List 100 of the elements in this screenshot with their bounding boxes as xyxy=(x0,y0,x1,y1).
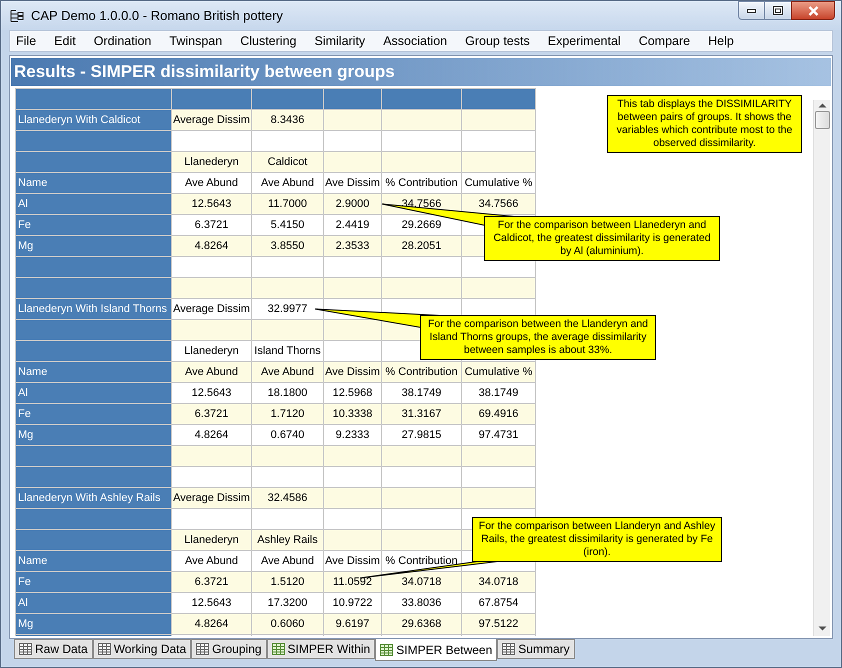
grid-icon xyxy=(19,643,32,655)
table-cell: 5.4150 xyxy=(252,215,324,236)
table-cell: Ave Abund xyxy=(172,362,252,383)
table-cell xyxy=(324,110,382,131)
menu-item[interactable]: Association xyxy=(383,32,448,50)
sheet-tab[interactable]: SIMPER Within xyxy=(266,639,376,659)
menu-item[interactable]: Clustering xyxy=(240,32,296,50)
table-cell xyxy=(252,320,324,341)
sheet-tab[interactable]: Raw Data xyxy=(14,639,93,659)
sheet-tab[interactable]: Summary xyxy=(497,639,575,659)
table-cell: 31.3167 xyxy=(382,404,462,425)
table-cell: 2.9000 xyxy=(324,194,382,215)
maximize-button[interactable] xyxy=(765,1,791,20)
sheet-tab[interactable]: SIMPER Between xyxy=(375,639,498,661)
table-cell: 10.9722 xyxy=(324,593,382,614)
row-header-cell: Al xyxy=(16,593,172,614)
scroll-up-icon xyxy=(818,103,826,108)
table-cell xyxy=(252,446,324,467)
table-cell: 32.9977 xyxy=(252,299,324,320)
table-cell: Ave Abund xyxy=(252,551,324,572)
table-cell: Ave Abund xyxy=(172,551,252,572)
table-cell: Cumulative % xyxy=(462,362,536,383)
table-cell xyxy=(324,446,382,467)
table-cell: 4.8264 xyxy=(172,614,252,635)
minimize-button[interactable] xyxy=(738,1,765,20)
table-cell: 3.8550 xyxy=(252,236,324,257)
close-icon xyxy=(808,6,818,16)
table-cell: 2.4419 xyxy=(324,215,382,236)
grid-icon xyxy=(98,643,111,655)
grid-icon xyxy=(502,643,516,655)
table-cell: 33.8036 xyxy=(382,593,462,614)
menu-item[interactable]: Ordination xyxy=(94,32,152,50)
close-button[interactable] xyxy=(791,1,835,20)
table-cell: Ave Dissim xyxy=(324,173,382,194)
scroll-down-icon xyxy=(818,626,826,631)
table-cell: Ave Dissim xyxy=(324,551,382,572)
sheet-tab[interactable]: Working Data xyxy=(92,639,192,659)
table-cell: 97.5122 xyxy=(462,614,536,635)
table-cell xyxy=(324,341,382,362)
table-cell: Island Thorns xyxy=(252,341,324,362)
scrollbar-thumb[interactable] xyxy=(814,111,830,129)
table-cell: 27.9815 xyxy=(382,425,462,446)
menu-item[interactable]: Compare xyxy=(638,32,690,50)
table-cell xyxy=(252,278,324,299)
menu-item[interactable]: Group tests xyxy=(465,32,530,50)
menu-item[interactable]: Edit xyxy=(54,32,76,50)
table-cell: % Contribution xyxy=(382,173,462,194)
row-header-cell: Name xyxy=(16,173,172,194)
table-cell: 1.5120 xyxy=(252,572,324,593)
table-cell: Ashley Rails xyxy=(252,530,324,551)
table-cell: 11.7000 xyxy=(252,194,324,215)
menu-item[interactable]: Twinspan xyxy=(169,32,222,50)
sheet-tab[interactable]: Grouping xyxy=(191,639,267,659)
table-cell: Caldicot xyxy=(252,152,324,173)
menu-item[interactable]: Similarity xyxy=(314,32,366,50)
table-cell: Average Dissim xyxy=(172,488,252,509)
scrollbar[interactable] xyxy=(813,100,830,636)
table-cell xyxy=(324,152,382,173)
menu-item[interactable]: Help xyxy=(708,32,734,50)
menu-item[interactable]: File xyxy=(16,32,36,50)
table-cell: % Contribution xyxy=(382,551,462,572)
row-header-cell: Fe xyxy=(16,404,172,425)
restore-icon xyxy=(773,6,783,15)
row-header-cell: Mg xyxy=(16,614,172,635)
table-cell xyxy=(324,131,382,152)
table-cell: 28.2051 xyxy=(382,236,462,257)
table-cell: Ave Abund xyxy=(252,362,324,383)
table-cell xyxy=(252,467,324,488)
table-cell: Average Dissim xyxy=(172,299,252,320)
minimize-icon xyxy=(747,8,756,12)
row-header-cell: Mg xyxy=(16,236,172,257)
table-cell: 97.4731 xyxy=(462,425,536,446)
table-cell: 9.2333 xyxy=(324,425,382,446)
table-cell xyxy=(324,257,382,278)
table-cell: 4.8264 xyxy=(172,425,252,446)
table-cell xyxy=(324,278,382,299)
table-cell: 0.6740 xyxy=(252,425,324,446)
table-cell xyxy=(324,467,382,488)
table-cell: 67.8754 xyxy=(462,593,536,614)
table-cell: 11.0592 xyxy=(324,572,382,593)
grid-icon xyxy=(380,644,394,656)
row-header-cell: Llanederyn With Island Thorns xyxy=(16,299,172,320)
table-cell: 12.5968 xyxy=(324,383,382,404)
table-cell: 18.1800 xyxy=(252,383,324,404)
row-header-cell: Name xyxy=(16,362,172,383)
table-cell: 38.1749 xyxy=(382,383,462,404)
row-header-cell: Llanederyn With Caldicot xyxy=(16,110,172,131)
panel-header: Results - SIMPER dissimilarity between groups xyxy=(11,58,831,86)
row-header-cell: Fe xyxy=(16,572,172,593)
table-cell: 32.4586 xyxy=(252,488,324,509)
table-cell: 29.6368 xyxy=(382,614,462,635)
table-cell xyxy=(252,257,324,278)
table-cell: 12.5643 xyxy=(172,383,252,404)
table-cell: 2.3533 xyxy=(324,236,382,257)
menu-item[interactable]: Experimental xyxy=(548,32,621,50)
table-cell: 17.3200 xyxy=(252,593,324,614)
table-cell: Average Dissim xyxy=(172,110,252,131)
table-cell xyxy=(324,488,382,509)
grid-icon xyxy=(196,643,210,655)
table-cell: 6.3721 xyxy=(172,404,252,425)
